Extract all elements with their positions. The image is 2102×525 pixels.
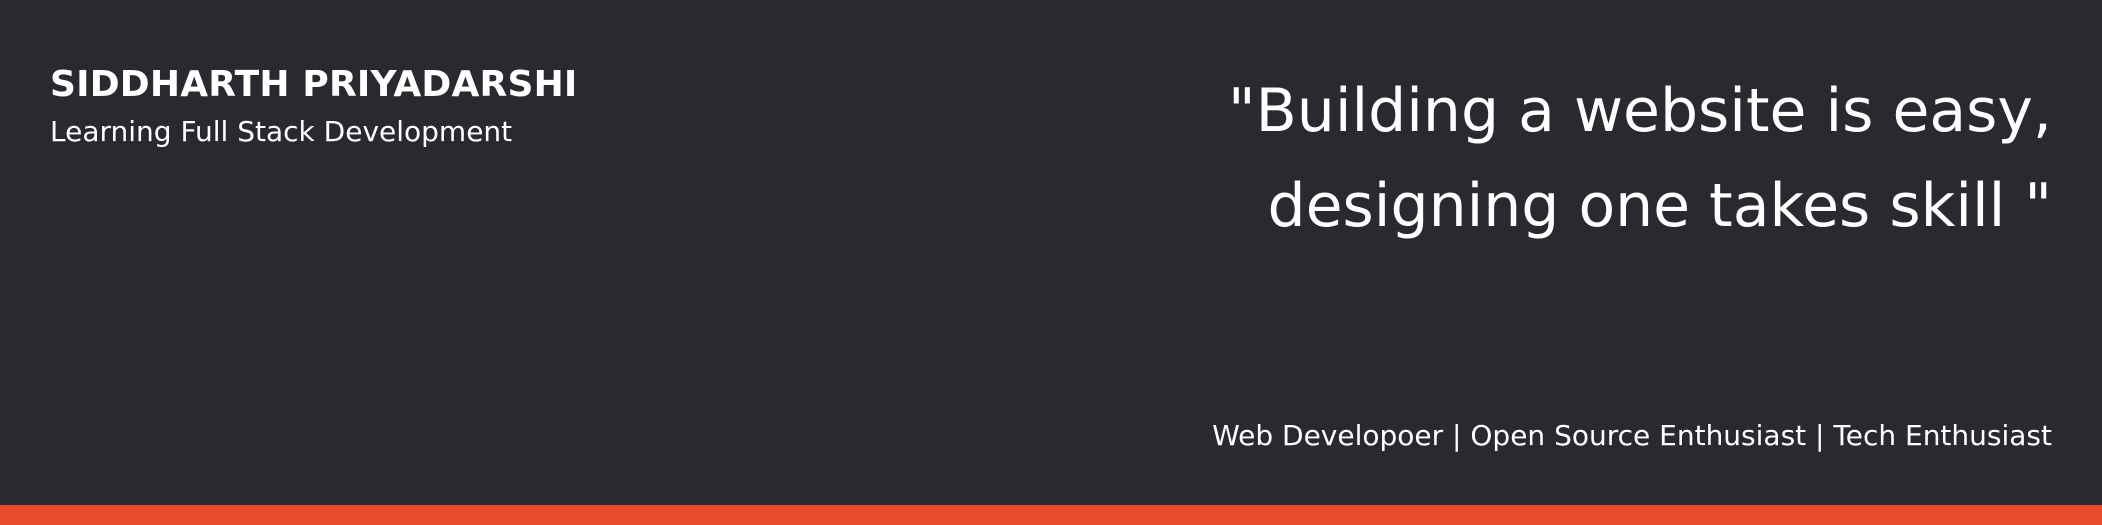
page-banner: SIDDHARTH PRIYADARSHI Learning Full Stac… — [0, 0, 2102, 525]
accent-bottom-bar — [0, 505, 2102, 525]
site-owner-name: SIDDHARTH PRIYADARSHI — [50, 64, 578, 105]
hero-quote-line-1: "Building a website is easy, — [1228, 76, 2052, 146]
brand-block: SIDDHARTH PRIYADARSHI Learning Full Stac… — [50, 58, 750, 152]
site-tagline: Learning Full Stack Development — [50, 115, 513, 148]
hero-quote: "Building a website is easy, designing o… — [1052, 64, 2052, 254]
roles-subtitle: Web Developoer | Open Source Enthusiast … — [1212, 419, 2052, 452]
hero-quote-line-2: designing one takes skill " — [1267, 171, 2052, 241]
